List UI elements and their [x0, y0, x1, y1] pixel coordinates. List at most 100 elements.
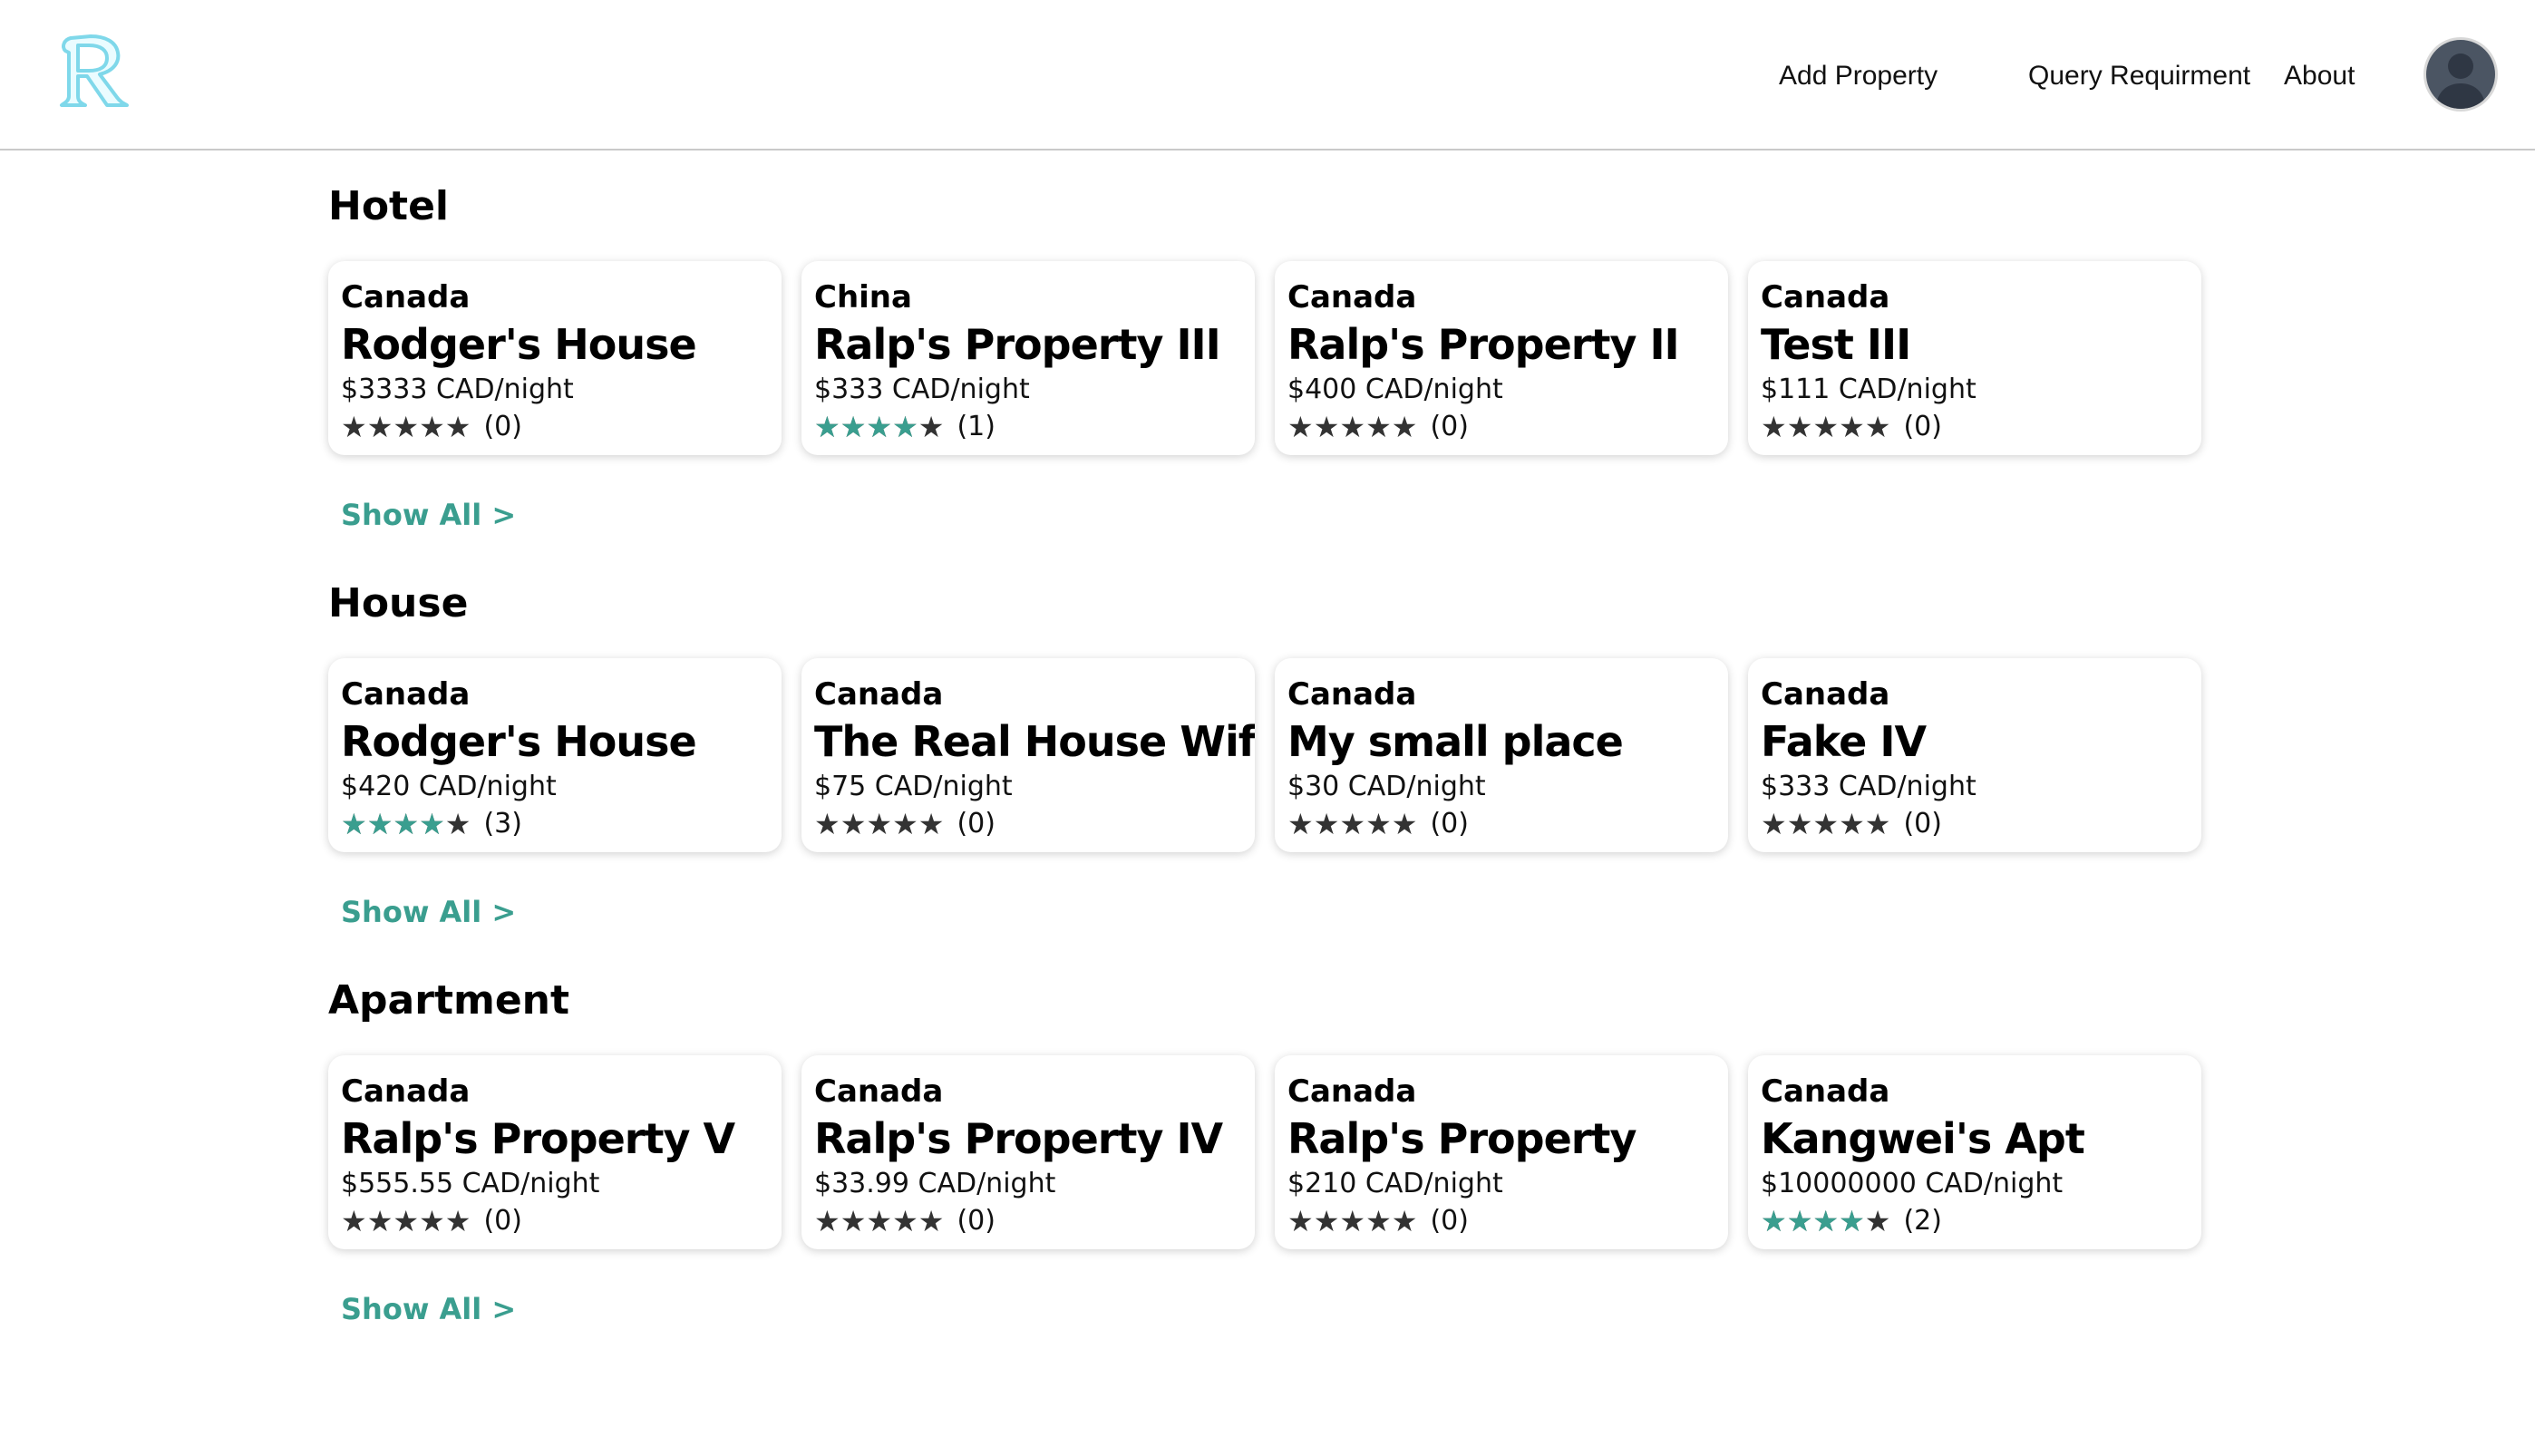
review-count: (0) [957, 1205, 996, 1237]
star-rating-icon: ★★★★★ [1761, 807, 1891, 841]
property-country: Canada [1287, 1073, 1417, 1110]
property-price: $111 CAD/night [1761, 374, 1977, 405]
property-price: $210 CAD/night [1287, 1168, 1503, 1199]
review-count: (0) [483, 411, 522, 442]
nav-about-link[interactable]: About [2284, 58, 2355, 94]
nav-query-requirement-link[interactable]: Query Requirment [2028, 58, 2250, 94]
top-navigation-bar: Add Property Query Requirment About [0, 0, 2535, 150]
property-price: $420 CAD/night [341, 771, 557, 802]
property-name: Ralp's Property V [341, 1114, 735, 1163]
property-country: Canada [341, 676, 471, 713]
star-rating-icon: ★★★★★ [341, 410, 471, 444]
section-title: House [328, 580, 469, 626]
review-count: (2) [1903, 1205, 1942, 1237]
property-section-house: House Canada Rodger's House $420 CAD/night ★… [328, 548, 2214, 945]
property-rating: ★★★★★ ★★★★ (1) [814, 408, 1242, 446]
property-price: $555.55 CAD/night [341, 1168, 600, 1199]
property-country: Canada [1287, 676, 1417, 713]
property-section-apartment: Apartment Canada Ralp's Property V $555.55 … [328, 945, 2214, 1342]
show-all-link[interactable]: Show All > [341, 495, 516, 535]
property-country: Canada [814, 676, 944, 713]
show-all-link[interactable]: Show All > [341, 1289, 516, 1329]
review-count: (1) [957, 411, 996, 442]
r-letter-logo-icon[interactable] [51, 27, 138, 114]
property-name: Kangwei's Apt [1761, 1114, 2085, 1163]
nav-add-property-link[interactable]: Add Property [1779, 58, 1938, 94]
property-name: Ralp's Property III [814, 320, 1221, 369]
review-count: (0) [957, 808, 996, 840]
property-card[interactable]: CanadaThe Real House Wifes$75 CAD/night★… [801, 658, 1255, 852]
star-rating-icon: ★★★★★ ★★★★ [1761, 1204, 1891, 1238]
property-country: Canada [1761, 279, 1890, 315]
property-card[interactable]: Canada My small place $30 CAD/night ★★★★★ (0… [1275, 658, 1728, 852]
property-rating: ★★★★★ (0) [1287, 408, 1715, 446]
show-all-link[interactable]: Show All > [341, 892, 516, 932]
property-card[interactable]: Canada Kangwei's Apt $10000000 CAD/night ★★… [1748, 1055, 2201, 1249]
review-count: (0) [1430, 808, 1469, 840]
property-price: $3333 CAD/night [341, 374, 574, 405]
property-card[interactable]: Canada Ralp's Property II $400 CAD/night ★★… [1275, 261, 1728, 455]
star-rating-icon: ★★★★★ [1287, 410, 1418, 444]
property-name: Ralp's Property II [1287, 320, 1680, 369]
property-card[interactable]: China Ralp's Property III $333 CAD/night ★★… [801, 261, 1255, 455]
review-count: (0) [1430, 411, 1469, 442]
property-card[interactable]: Canada Ralp's Property $210 CAD/night ★★★★★… [1275, 1055, 1728, 1249]
property-name: Ralp's Property IV [814, 1114, 1223, 1163]
star-rating-icon: ★★★★★ ★★★★ [341, 807, 471, 841]
property-card[interactable]: Canada Rodger's House $3333 CAD/night ★★★★★… [328, 261, 782, 455]
property-rating: ★★★★★ (0) [1761, 408, 2189, 446]
property-rating: ★★★★★ (0) [1287, 805, 1715, 843]
property-price: $33.99 CAD/night [814, 1168, 1056, 1199]
review-count: (0) [1430, 1205, 1469, 1237]
property-rating: ★★★★★ (0) [1287, 1202, 1715, 1240]
property-name: Fake IV [1761, 717, 1927, 766]
user-avatar-icon[interactable] [2426, 40, 2495, 109]
property-price: $333 CAD/night [814, 374, 1030, 405]
star-rating-icon: ★★★★★ ★★★★ [814, 410, 945, 444]
property-rating: ★★★★★ (0) [814, 1202, 1242, 1240]
star-rating-icon: ★★★★★ [341, 1204, 471, 1238]
property-name: Rodger's House [341, 320, 697, 369]
property-name: Ralp's Property [1287, 1114, 1637, 1163]
property-name: My small place [1287, 717, 1624, 766]
property-card-row: Canada Rodger's House $420 CAD/night ★★★★★ ★… [328, 658, 2201, 852]
property-rating: ★★★★★ ★★★★ (2) [1761, 1202, 2189, 1240]
review-count: (3) [483, 808, 522, 840]
property-card[interactable]: Canada Ralp's Property V $555.55 CAD/night… [328, 1055, 782, 1249]
property-rating: ★★★★★ (0) [341, 1202, 769, 1240]
property-card[interactable]: Canada Ralp's Property IV $33.99 CAD/night… [801, 1055, 1255, 1249]
star-rating-icon: ★★★★★ [1761, 410, 1891, 444]
property-country: Canada [1761, 1073, 1890, 1110]
property-card[interactable]: Canada Fake IV $333 CAD/night ★★★★★ (0) [1748, 658, 2201, 852]
property-rating: ★★★★★ (0) [814, 805, 1242, 843]
property-price: $333 CAD/night [1761, 771, 1977, 802]
property-country: China [814, 279, 912, 315]
property-card[interactable]: Canada Rodger's House $420 CAD/night ★★★★★ ★… [328, 658, 782, 852]
property-section-hotel: Hotel Canada Rodger's House $3333 CAD/night… [328, 150, 2214, 548]
property-card-row: Canada Ralp's Property V $555.55 CAD/night… [328, 1055, 2201, 1249]
property-rating: ★★★★★ ★★★★ (3) [341, 805, 769, 843]
property-price: $30 CAD/night [1287, 771, 1486, 802]
property-name: Rodger's House [341, 717, 697, 766]
property-price: $75 CAD/night [814, 771, 1013, 802]
property-country: Canada [341, 279, 471, 315]
property-price: $400 CAD/night [1287, 374, 1503, 405]
section-title: Apartment [328, 977, 570, 1024]
review-count: (0) [1903, 411, 1942, 442]
property-price: $10000000 CAD/night [1761, 1168, 2064, 1199]
property-name: Test III [1761, 320, 1911, 369]
listing-content: Hotel Canada Rodger's House $3333 CAD/night… [328, 150, 2214, 1342]
review-count: (0) [1903, 808, 1942, 840]
property-country: Canada [814, 1073, 944, 1110]
star-rating-icon: ★★★★★ [1287, 807, 1418, 841]
property-country: Canada [1287, 279, 1417, 315]
property-rating: ★★★★★ (0) [341, 408, 769, 446]
property-name: The Real House Wifes [814, 717, 1255, 766]
property-rating: ★★★★★ (0) [1761, 805, 2189, 843]
star-rating-icon: ★★★★★ [814, 1204, 945, 1238]
star-rating-icon: ★★★★★ [1287, 1204, 1418, 1238]
star-rating-icon: ★★★★★ [814, 807, 945, 841]
property-card[interactable]: Canada Test III $111 CAD/night ★★★★★ (0) [1748, 261, 2201, 455]
property-card-row: Canada Rodger's House $3333 CAD/night ★★★★★… [328, 261, 2201, 455]
section-title: Hotel [328, 183, 450, 229]
